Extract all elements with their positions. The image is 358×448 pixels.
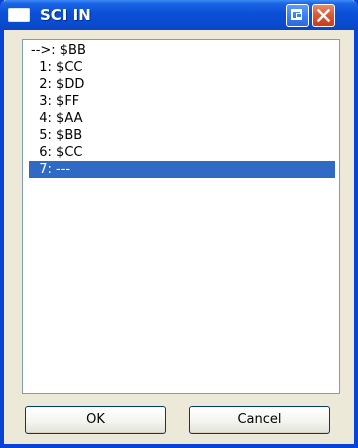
list-item[interactable]: 6: $CC — [29, 144, 335, 161]
dialog-window: SCI IN -->: $BB 1: $CC 2: $DD 3: $FF 4: … — [0, 0, 358, 448]
window-title: SCI IN — [40, 6, 91, 24]
list-item[interactable]: -->: $BB — [29, 42, 335, 59]
cancel-button[interactable]: Cancel — [189, 406, 330, 434]
restore-icon — [291, 9, 302, 20]
close-icon — [316, 8, 331, 23]
list-item[interactable]: 4: $AA — [29, 110, 335, 127]
list-item[interactable]: 5: $BB — [29, 127, 335, 144]
ok-button[interactable]: OK — [25, 406, 166, 434]
list-item[interactable]: 3: $FF — [29, 93, 335, 110]
window-icon — [8, 8, 30, 22]
close-button[interactable] — [312, 4, 335, 27]
list-item[interactable]: 2: $DD — [29, 76, 335, 93]
restore-button[interactable] — [286, 4, 309, 27]
list-item[interactable]: 1: $CC — [29, 59, 335, 76]
data-listbox[interactable]: -->: $BB 1: $CC 2: $DD 3: $FF 4: $AA 5: … — [22, 39, 340, 394]
list-item-selected[interactable]: 7: --- — [29, 161, 335, 178]
listbox-items: -->: $BB 1: $CC 2: $DD 3: $FF 4: $AA 5: … — [29, 42, 335, 178]
title-bar[interactable]: SCI IN — [0, 0, 358, 30]
